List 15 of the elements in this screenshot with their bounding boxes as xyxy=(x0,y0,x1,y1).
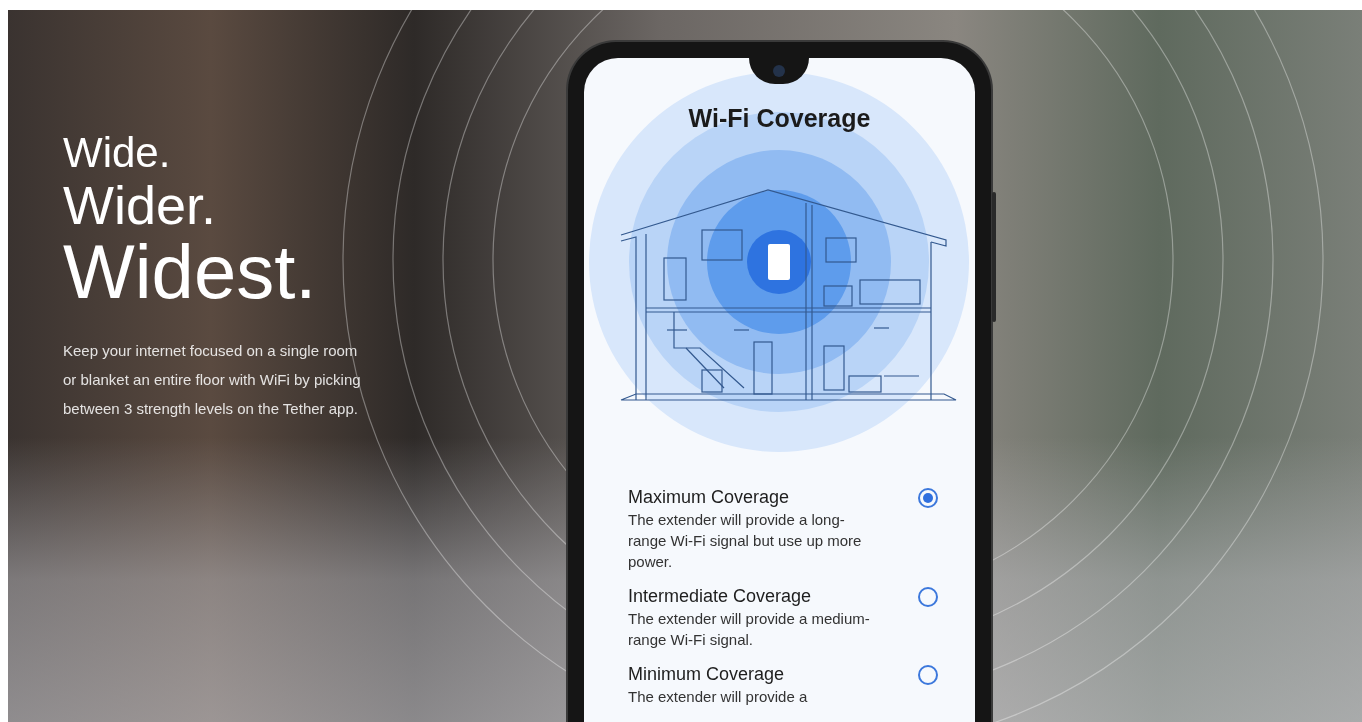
headline-text: Wider. xyxy=(63,178,218,232)
headline-text: Wide. xyxy=(63,132,172,174)
option-description: The extender will provide a long-range Wi-Fi signal but use up more power. xyxy=(628,510,863,572)
radio-button[interactable] xyxy=(918,665,938,685)
screen-title: Wi-Fi Coverage xyxy=(688,104,871,133)
radio-button[interactable] xyxy=(918,488,938,508)
option-title: Maximum Coverage xyxy=(628,486,791,509)
intro-paragraph: Keep your internet focused on a single room or blanket an entire floor with WiFi by picking between 3 strength levels on the Tether app. xyxy=(63,341,362,419)
extender-icon xyxy=(768,244,790,280)
option-title: Intermediate Coverage xyxy=(628,585,813,608)
option-description: The extender will provide a medium-range Wi-Fi signal. xyxy=(628,609,871,650)
radio-button[interactable] xyxy=(918,587,938,607)
headline-text: Widest. xyxy=(63,234,318,310)
option-title: Minimum Coverage xyxy=(628,663,786,686)
option-description: The extender will provide a xyxy=(628,687,809,707)
